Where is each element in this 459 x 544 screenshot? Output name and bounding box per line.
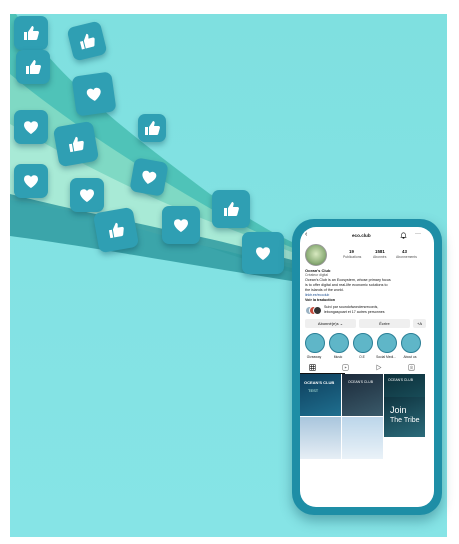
stat-followers-label[interactable]: Abonnés — [373, 255, 386, 259]
post-tile[interactable] — [342, 417, 383, 459]
message-button[interactable]: Écrire — [359, 319, 410, 328]
post-text: The Tribe — [390, 417, 420, 424]
profile-bio-line: is to offer digital and real-life econom… — [305, 283, 388, 287]
stage: ‹ eco.club ··· 19 Publications 1581 Abon… — [0, 0, 459, 544]
heart-icon — [71, 71, 117, 117]
stat-following-label[interactable]: Abonnements — [396, 255, 417, 259]
subscribed-button[interactable]: Abonné(e)s ⌄ — [305, 319, 356, 328]
profile-bio-line: Ocean's Club is an Ecosystem, whose prim… — [305, 278, 391, 282]
profile-link[interactable]: linktr.ee/ecoclub — [305, 293, 329, 297]
profile-bio-line: the islands of the world. — [305, 288, 344, 292]
heart-icon — [242, 232, 284, 274]
post-text: Join — [390, 405, 407, 415]
like-icon — [212, 190, 250, 228]
instagram-profile-screen: ‹ eco.club ··· 19 Publications 1581 Abon… — [300, 227, 434, 507]
post-tile[interactable]: Join The Tribe — [384, 397, 425, 437]
highlight-label: Social Medi... — [376, 355, 396, 359]
like-icon — [52, 120, 100, 168]
highlight-social-media[interactable] — [377, 333, 397, 353]
heart-icon — [14, 110, 48, 144]
heart-icon — [162, 206, 200, 244]
post-text: OCEAN'S CLUB — [348, 380, 373, 384]
add-user-button[interactable]: +A — [413, 319, 426, 328]
like-icon — [14, 16, 48, 50]
reels-icon[interactable] — [342, 364, 349, 371]
stat-posts-value: 19 — [349, 249, 354, 254]
heart-icon — [129, 157, 169, 197]
stat-following-value[interactable]: 43 — [402, 249, 407, 254]
followed-by-avatars — [305, 306, 322, 315]
followed-by-text[interactable]: Suivi par soundofwondersrecords, — [324, 305, 378, 309]
highlight-label: O.E — [359, 355, 365, 359]
like-icon — [92, 206, 140, 254]
tagged-icon[interactable] — [408, 364, 415, 371]
post-tile[interactable]: OCEAN'S CLUB — [342, 374, 383, 416]
grid-icon[interactable] — [309, 364, 316, 371]
highlight-label: Music — [333, 355, 343, 359]
play-icon[interactable] — [375, 364, 382, 371]
back-icon[interactable]: ‹ — [305, 231, 307, 238]
post-text: OCEAN'S CLUB — [304, 380, 335, 385]
stat-followers-value[interactable]: 1581 — [375, 249, 385, 254]
highlight-label: Giveaway — [306, 355, 322, 359]
stat-posts-label: Publications — [343, 255, 362, 259]
like-icon — [138, 114, 166, 142]
post-text: OCEAN'S CLUB — [388, 378, 413, 382]
bell-icon[interactable] — [400, 232, 407, 239]
profile-category: Créateur digital — [305, 273, 328, 277]
post-tile[interactable] — [300, 417, 341, 459]
more-icon[interactable]: ··· — [415, 231, 421, 237]
translation-link[interactable]: Voir la traduction — [305, 298, 335, 302]
followed-by-text[interactable]: lebongaspoart et 17 autres personnes — [324, 310, 385, 314]
post-text: TEST — [308, 388, 319, 393]
phone: ‹ eco.club ··· 19 Publications 1581 Abon… — [292, 219, 442, 515]
heart-icon — [70, 178, 104, 212]
post-tile[interactable]: OCEAN'S CLUB TEST — [300, 374, 341, 416]
highlight-oe[interactable] — [353, 333, 373, 353]
like-icon — [16, 50, 50, 84]
highlight-about-us[interactable] — [401, 333, 421, 353]
highlight-label: About us — [403, 355, 417, 359]
avatar[interactable] — [305, 244, 327, 266]
heart-icon — [14, 164, 48, 198]
highlight-music[interactable] — [329, 333, 349, 353]
profile-username: eco.club — [352, 233, 371, 238]
highlight-giveaway[interactable] — [305, 333, 325, 353]
